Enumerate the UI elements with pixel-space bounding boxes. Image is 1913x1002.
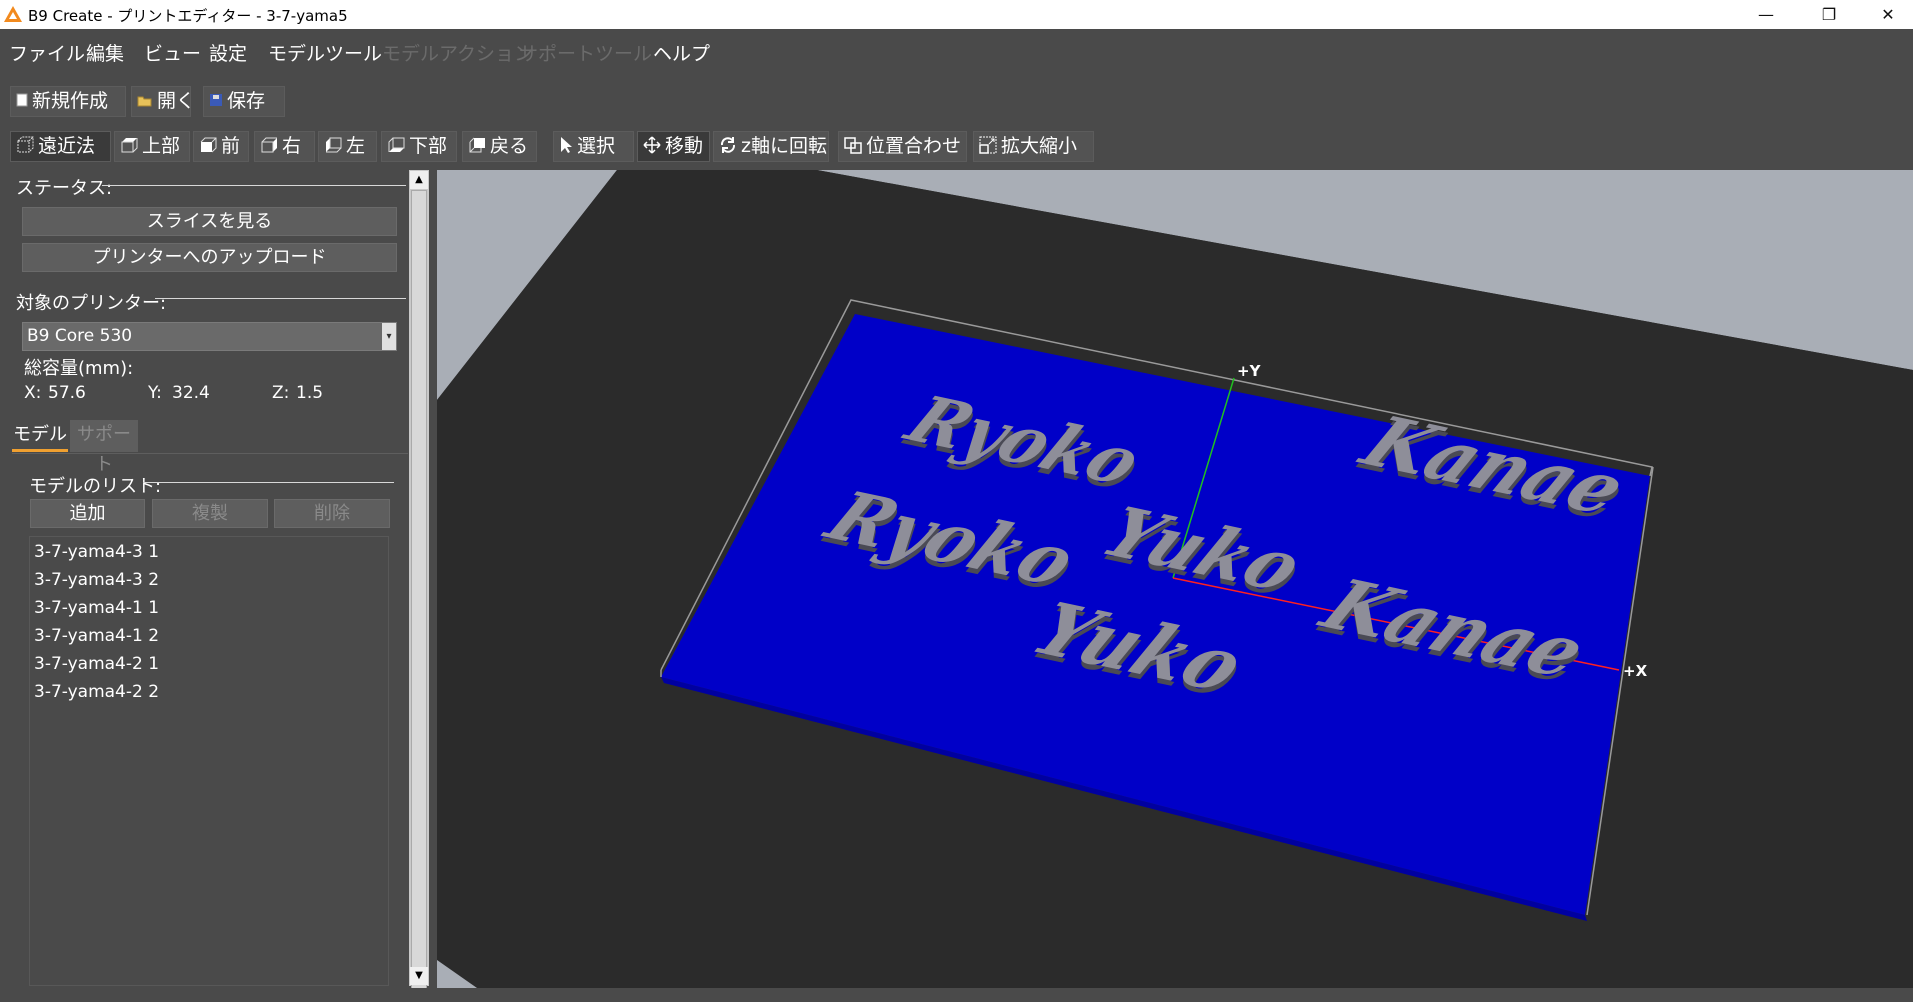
- top-view-cube-icon: [121, 138, 138, 153]
- list-item[interactable]: 3-7-yama4-1 1: [34, 598, 159, 618]
- add-model-button[interactable]: 追加: [30, 499, 145, 528]
- menu-model-tools[interactable]: モデルツール: [268, 39, 382, 66]
- status-group-line: [102, 185, 406, 186]
- model-list-label: モデルのリスト:: [29, 476, 162, 497]
- chevron-down-icon: ▾: [382, 323, 396, 350]
- x-axis-label: +X: [1623, 662, 1648, 680]
- volume-z-value: 1.5: [296, 383, 324, 403]
- scale-icon: [979, 136, 997, 154]
- printer-select[interactable]: B9 Core 530 ▾: [22, 322, 397, 351]
- left-view-button[interactable]: 左: [318, 131, 377, 162]
- back-view-cube-icon: [469, 137, 485, 153]
- printer-select-value: B9 Core 530: [27, 326, 133, 346]
- front-view-cube-icon: [200, 137, 217, 153]
- perspective-cube-icon: [17, 136, 34, 153]
- rotate-z-tool-button[interactable]: z軸に回転: [713, 131, 829, 162]
- move-arrows-icon: [643, 136, 661, 154]
- window-title: B9 Create - プリントエディター - 3-7-yama5: [28, 7, 348, 25]
- minimize-button[interactable]: —: [1743, 0, 1789, 29]
- restore-icon: ❐: [1821, 5, 1837, 24]
- save-button[interactable]: 保存: [203, 86, 285, 117]
- panel-scrollbar[interactable]: ▲ ▼: [409, 170, 429, 1000]
- model-list-group-line: [143, 482, 394, 483]
- close-icon: ✕: [1881, 5, 1895, 24]
- status-group-label: ステータス:: [16, 178, 113, 199]
- scroll-down-arrow-icon[interactable]: ▼: [410, 967, 428, 985]
- bottom-view-button[interactable]: 下部: [381, 131, 457, 162]
- maximize-button[interactable]: ❐: [1806, 0, 1852, 29]
- tab-model[interactable]: モデル: [12, 420, 68, 452]
- model-list[interactable]: 3-7-yama4-3 1 3-7-yama4-3 2 3-7-yama4-1 …: [29, 536, 389, 986]
- new-file-icon: [16, 93, 28, 107]
- right-view-button[interactable]: 右: [254, 131, 315, 162]
- menu-edit[interactable]: 編集: [86, 39, 124, 66]
- volume-x-value: 57.6: [48, 383, 86, 403]
- upload-to-printer-button[interactable]: プリンターへのアップロード: [22, 243, 397, 272]
- list-item[interactable]: 3-7-yama4-3 2: [34, 570, 159, 590]
- b9-app-icon: [4, 6, 22, 22]
- bottom-view-cube-icon: [388, 137, 405, 152]
- rotate-icon: [720, 137, 736, 153]
- right-view-cube-icon: [261, 137, 277, 153]
- new-file-button[interactable]: 新規作成: [10, 86, 126, 117]
- volume-y-label: Y:: [148, 383, 162, 403]
- delete-model-button: 削除: [274, 499, 390, 528]
- menu-bar: ファイル 編集 ビュー 設定 モデルツール モデルアクション サポートツール ヘ…: [0, 29, 1913, 71]
- select-tool-button[interactable]: 選択: [553, 131, 634, 162]
- align-icon: [844, 137, 862, 154]
- view-slices-button[interactable]: スライスを見る: [22, 207, 397, 236]
- move-tool-button[interactable]: 移動: [637, 131, 710, 162]
- menu-help[interactable]: ヘルプ: [653, 39, 710, 66]
- title-bar: B9 Create - プリントエディター - 3-7-yama5 — ❐ ✕: [0, 0, 1913, 29]
- menu-model-actions: モデルアクション: [382, 43, 534, 65]
- status-bar: [0, 988, 1913, 1002]
- back-view-button[interactable]: 戻る: [462, 131, 537, 162]
- folder-open-icon: [137, 96, 152, 106]
- scroll-up-arrow-icon[interactable]: ▲: [410, 171, 428, 189]
- list-item[interactable]: 3-7-yama4-2 2: [34, 682, 159, 702]
- save-icon: [210, 94, 222, 106]
- volume-z-label: Z:: [272, 383, 290, 403]
- scrollbar-thumb[interactable]: [411, 190, 427, 1000]
- menu-settings[interactable]: 設定: [209, 39, 247, 66]
- open-button[interactable]: 開く: [131, 86, 195, 117]
- front-view-button[interactable]: 前: [193, 131, 249, 162]
- perspective-view-button[interactable]: 遠近法: [10, 131, 111, 162]
- top-view-button[interactable]: 上部: [114, 131, 190, 162]
- minimize-icon: —: [1758, 5, 1774, 24]
- list-item[interactable]: 3-7-yama4-3 1: [34, 542, 159, 562]
- menu-file[interactable]: ファイル: [9, 39, 85, 66]
- duplicate-model-button: 複製: [152, 499, 268, 528]
- tab-divider: [12, 453, 408, 454]
- list-item[interactable]: 3-7-yama4-2 1: [34, 654, 159, 674]
- menu-view[interactable]: ビュー: [144, 39, 201, 66]
- y-axis-label: +Y: [1237, 362, 1262, 380]
- target-printer-label: 対象のプリンター:: [16, 293, 167, 314]
- target-printer-group-line: [155, 298, 406, 299]
- tab-support[interactable]: サポート: [70, 420, 138, 475]
- scale-tool-button[interactable]: 拡大縮小: [973, 131, 1094, 162]
- list-item[interactable]: 3-7-yama4-1 2: [34, 626, 159, 646]
- cursor-arrow-icon: [561, 137, 572, 153]
- 3d-viewport[interactable]: +Y +X Ryoko Ryoko Kanae Kanae Ryoko Ryok…: [437, 170, 1913, 988]
- close-button[interactable]: ✕: [1865, 0, 1911, 29]
- left-view-cube-icon: [326, 137, 342, 153]
- volume-x-label: X:: [24, 383, 42, 403]
- volume-y-value: 32.4: [172, 383, 210, 403]
- align-tool-button[interactable]: 位置合わせ: [838, 131, 967, 162]
- viewport-scene: +Y +X Ryoko Ryoko Kanae Kanae Ryoko Ryok…: [437, 170, 1913, 988]
- volume-label: 総容量(mm):: [24, 358, 134, 379]
- menu-support-tools: サポートツール: [519, 43, 653, 65]
